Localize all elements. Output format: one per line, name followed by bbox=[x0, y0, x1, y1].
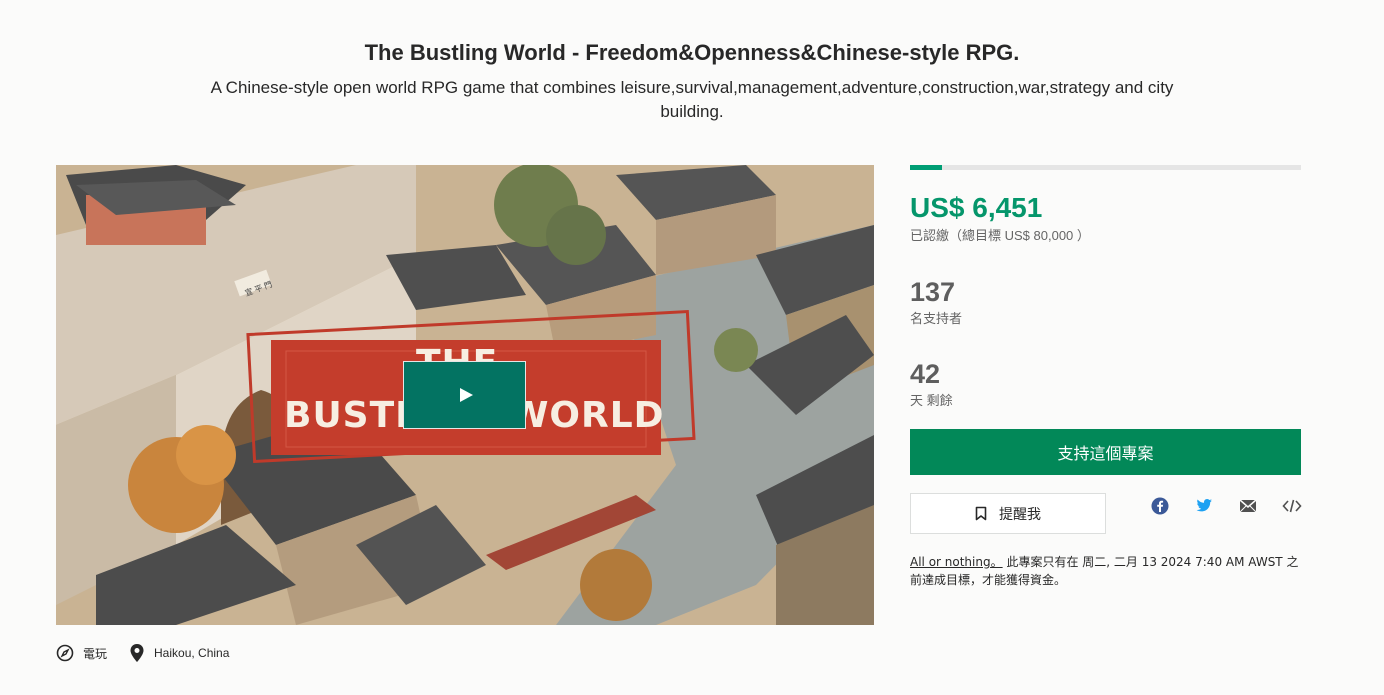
days-label: 天 剩餘 bbox=[910, 393, 953, 408]
share-facebook-button[interactable] bbox=[1150, 496, 1170, 516]
compass-icon bbox=[56, 644, 74, 662]
play-button[interactable] bbox=[403, 361, 526, 429]
email-icon bbox=[1239, 499, 1257, 513]
location-link[interactable]: Haikou, China bbox=[129, 643, 229, 663]
embed-button[interactable] bbox=[1282, 496, 1302, 516]
pledged-amount: US$ 6,451 bbox=[910, 192, 1043, 223]
share-email-button[interactable] bbox=[1238, 496, 1258, 516]
backers-count: 137 bbox=[910, 277, 956, 307]
category-label: 電玩 bbox=[83, 646, 108, 661]
backers-label: 名支持者 bbox=[910, 311, 963, 326]
all-or-nothing-link[interactable]: All or nothing。 bbox=[910, 555, 1003, 569]
funding-progress-fill bbox=[910, 165, 942, 170]
play-icon bbox=[459, 388, 473, 402]
project-blurb: A Chinese-style open world RPG game that… bbox=[210, 78, 1174, 121]
share-buttons bbox=[1150, 496, 1302, 516]
twitter-icon bbox=[1196, 499, 1212, 512]
facebook-icon bbox=[1151, 497, 1169, 515]
location-label: Haikou, China bbox=[154, 646, 230, 660]
project-meta: 電玩 Haikou, China bbox=[56, 643, 251, 663]
project-title: The Bustling World - Freedom&Openness&Ch… bbox=[364, 40, 1020, 65]
days-remaining: 42 bbox=[910, 359, 941, 389]
project-video[interactable]: 宣 平 門 THE BUSTLING WORL bbox=[56, 165, 874, 625]
back-project-button[interactable]: 支持這個專案 bbox=[910, 429, 1301, 475]
map-pin-icon bbox=[130, 644, 144, 662]
pledged-goal-label: 已認繳（總目標 US$ 80,000 ） bbox=[910, 228, 1090, 243]
funding-rule-note: All or nothing。 此專案只有在 周二, 二月 13 2024 7:… bbox=[910, 553, 1305, 589]
funding-stats: US$ 6,451 已認繳（總目標 US$ 80,000 ） 137 名支持者 … bbox=[910, 165, 1301, 409]
remind-me-button[interactable]: 提醒我 bbox=[910, 493, 1106, 534]
share-twitter-button[interactable] bbox=[1194, 496, 1214, 516]
embed-icon bbox=[1282, 499, 1302, 513]
funding-progress-bar bbox=[910, 165, 1301, 170]
bookmark-icon bbox=[975, 506, 987, 521]
category-link[interactable]: 電玩 bbox=[56, 644, 107, 662]
remind-me-label: 提醒我 bbox=[999, 506, 1041, 523]
project-header: The Bustling World - Freedom&Openness&Ch… bbox=[0, 38, 1384, 124]
